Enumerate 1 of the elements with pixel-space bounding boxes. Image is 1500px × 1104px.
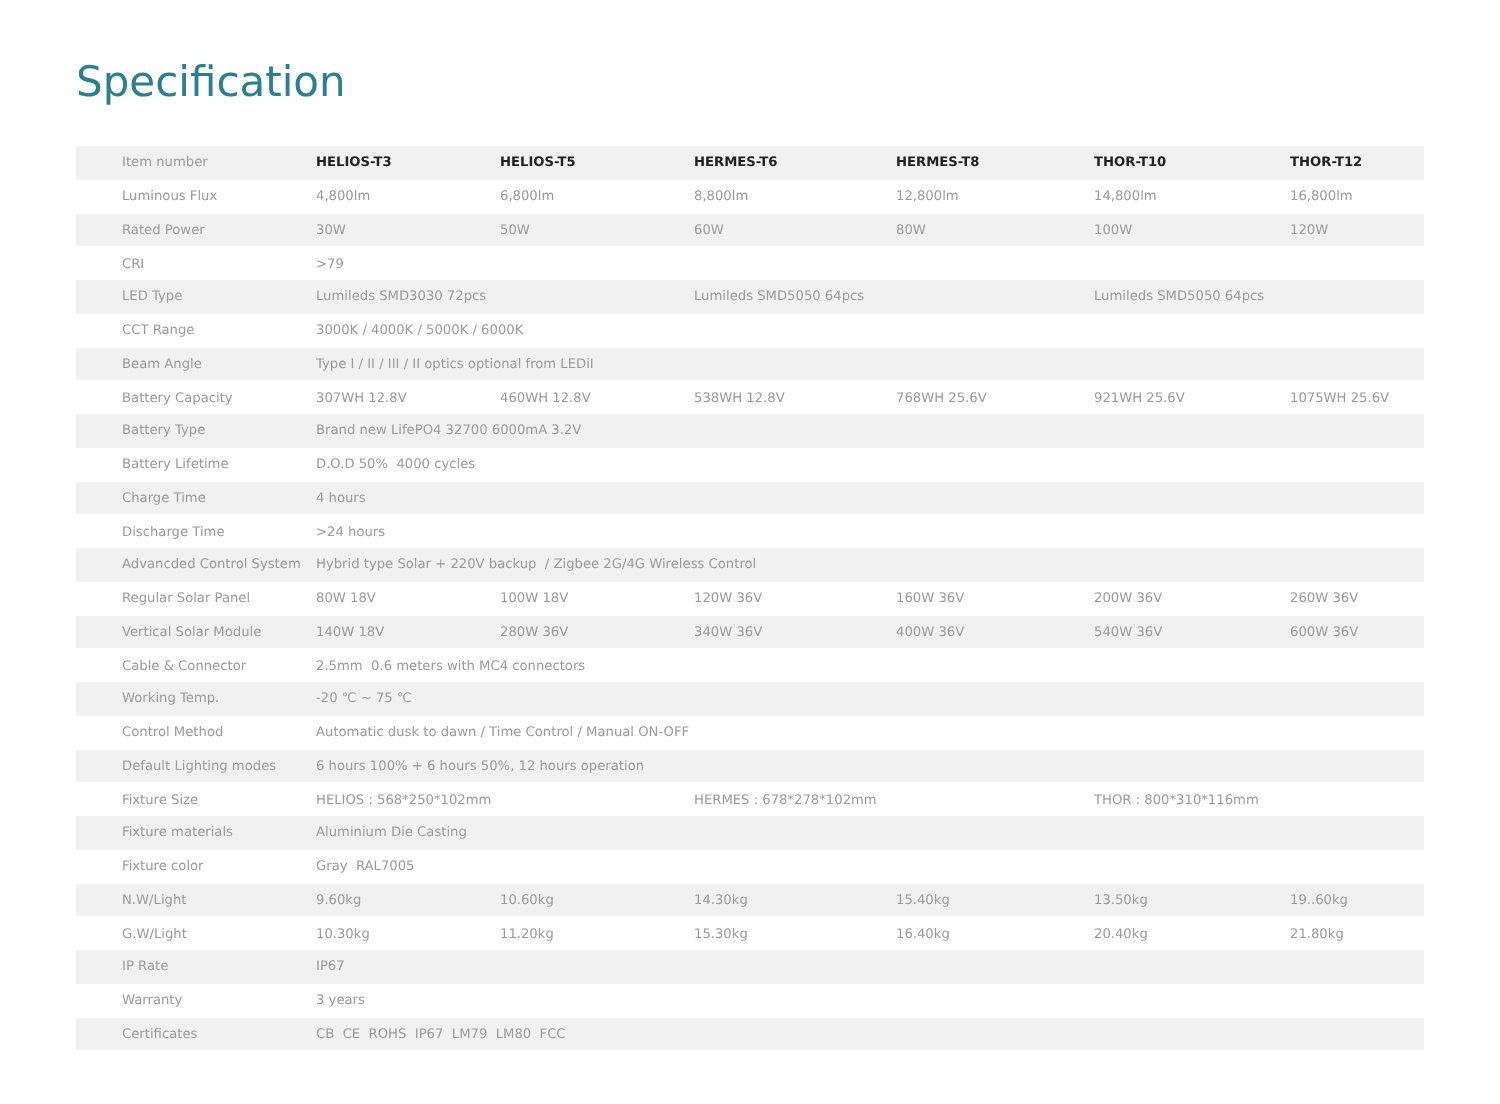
page-title: Specification [76, 56, 348, 108]
